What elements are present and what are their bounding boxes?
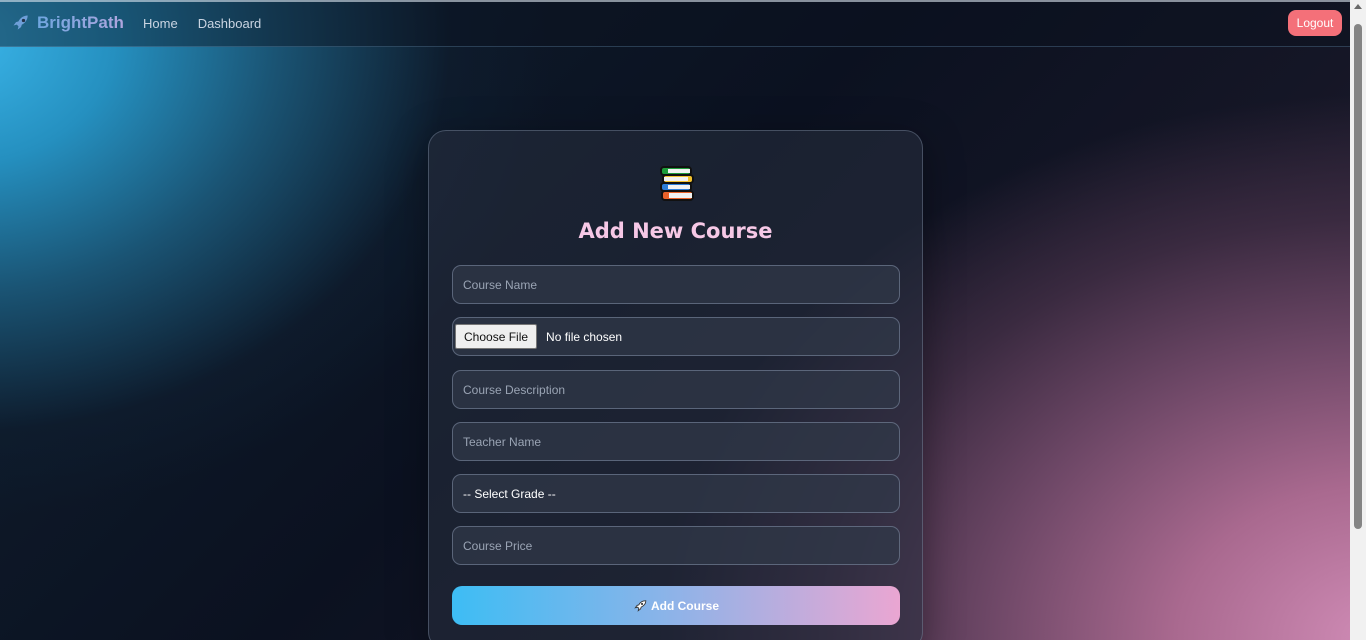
scrollbar-thumb[interactable] xyxy=(1354,24,1362,529)
course-price-input[interactable] xyxy=(452,526,900,565)
choose-file-button[interactable]: Choose File xyxy=(455,324,538,349)
nav-link-dashboard[interactable]: Dashboard xyxy=(198,16,262,31)
top-navbar: BrightPath Home Dashboard Logout xyxy=(0,0,1350,47)
nav-link-home[interactable]: Home xyxy=(143,16,178,31)
add-course-button-label: Add Course xyxy=(650,598,719,613)
logout-button[interactable]: Logout xyxy=(1288,10,1342,36)
vertical-scrollbar[interactable] xyxy=(1350,0,1366,640)
form-title: Add New Course xyxy=(578,219,773,243)
add-course-form: Add New Course Choose File No file chose… xyxy=(428,130,923,640)
nav-links: Home Dashboard xyxy=(143,16,261,31)
scroll-up-arrow-icon[interactable] xyxy=(1354,4,1362,9)
brand-logo[interactable]: BrightPath xyxy=(11,13,124,33)
teacher-name-input[interactable] xyxy=(452,422,900,461)
brand-name: BrightPath xyxy=(37,13,124,32)
rocket-icon xyxy=(634,599,647,612)
grade-select[interactable]: -- Select Grade -- xyxy=(452,474,900,513)
rocket-icon xyxy=(13,15,28,30)
file-status-text: No file chosen xyxy=(546,329,623,344)
add-course-button[interactable]: Add Course xyxy=(452,586,900,625)
books-icon xyxy=(660,166,694,201)
course-image-file-input[interactable]: Choose File No file chosen xyxy=(452,317,900,356)
course-name-input[interactable] xyxy=(452,265,900,304)
course-description-input[interactable] xyxy=(452,370,900,409)
grade-select-value: -- Select Grade -- xyxy=(463,486,556,501)
